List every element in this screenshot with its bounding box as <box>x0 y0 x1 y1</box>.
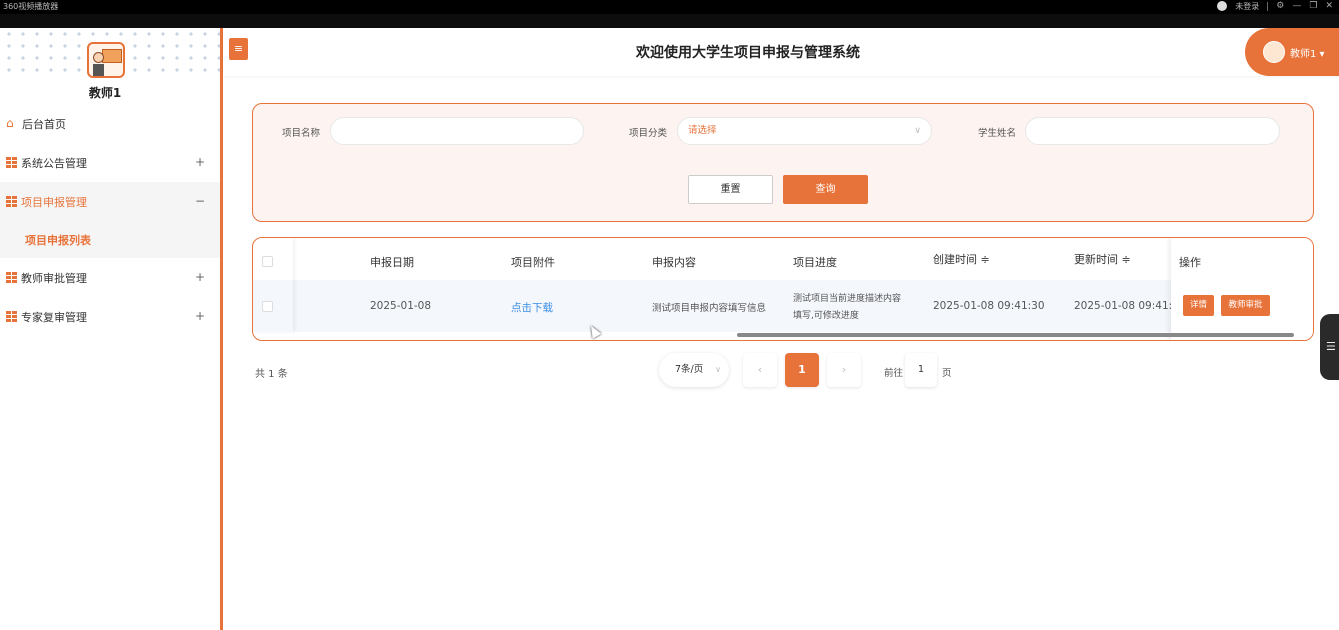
chevron-down-icon: ∨ <box>914 126 921 136</box>
chevron-down-icon: ∨ <box>715 365 721 374</box>
app-name: 360视频播放器 <box>3 2 59 11</box>
restore-icon[interactable]: ❐ <box>1309 1 1317 11</box>
page-unit-label: 页 <box>942 368 952 379</box>
student-name-label: 学生姓名 <box>978 128 1017 139</box>
sidebar-item-label: 项目申报管理 <box>21 195 87 209</box>
project-name-label: 项目名称 <box>282 128 321 139</box>
teacher-approve-button[interactable]: 教师审批 <box>1221 295 1270 316</box>
sidebar-user-name: 教师1 <box>88 86 122 100</box>
sidebar-item-teacher-approve[interactable]: 教师审批管理 + <box>0 258 220 297</box>
search-panel: 项目名称 项目分类 请选择 ∨ 学生姓名 重置 查询 <box>252 103 1314 222</box>
grid-icon <box>6 311 17 322</box>
cell-content: 测试项目申报内容填写信息 <box>652 303 767 314</box>
page-title: 欢迎使用大学生项目申报与管理系统 <box>636 45 860 61</box>
sidebar: 教师1 ⌂ 后台首页 系统公告管理 + 项目申报管理 − 项目申报列表 教师审批… <box>0 28 220 630</box>
prev-page-button[interactable]: ‹ <box>743 353 777 387</box>
login-status[interactable]: 未登录 <box>1235 1 1259 12</box>
expand-icon[interactable]: + <box>195 270 205 284</box>
student-name-input[interactable] <box>1025 117 1280 145</box>
minimize-icon[interactable]: — <box>1292 1 1301 11</box>
sidebar-menu: ⌂ 后台首页 系统公告管理 + 项目申报管理 − 项目申报列表 教师审批管理 +… <box>0 104 220 336</box>
horizontal-scrollbar[interactable] <box>737 333 1294 337</box>
user-menu-label: 教师1 ▾ <box>1290 48 1325 60</box>
grid-icon <box>6 157 17 168</box>
operation-column: 操作 详情 教师审批 <box>1171 238 1313 340</box>
column-header-actions: 操作 <box>1179 256 1201 269</box>
sidebar-item-label: 系统公告管理 <box>21 156 87 170</box>
side-float-tab[interactable]: ☰ <box>1320 314 1339 380</box>
close-icon[interactable]: ✕ <box>1325 1 1333 11</box>
sidebar-item-notice[interactable]: 系统公告管理 + <box>0 143 220 182</box>
project-name-input[interactable] <box>330 117 584 145</box>
pager-total: 共 1 条 <box>255 369 288 380</box>
sidebar-subitem-project-list[interactable]: 项目申报列表 <box>0 221 220 258</box>
page-size-select[interactable]: 7条/页 ∨ <box>659 353 729 387</box>
project-table: 2025-01-08 点击下载 测试项目申报内容填写信息 测试项目当前进度描述内… <box>252 237 1314 341</box>
user-menu-button[interactable]: 教师1 ▾ <box>1245 28 1339 76</box>
settings-icon[interactable]: ⚙ <box>1276 1 1284 11</box>
home-icon: ⌂ <box>6 116 14 130</box>
column-header-date: 申报日期 <box>370 256 414 269</box>
sidebar-item-label: 教师审批管理 <box>21 271 87 285</box>
sidebar-item-home[interactable]: ⌂ 后台首页 <box>0 104 220 143</box>
cell-updated: 2025-01-08 09:41:39 <box>1074 300 1186 312</box>
column-header-updated[interactable]: 更新时间 ≑ <box>1074 251 1131 267</box>
checkbox-column <box>253 238 293 332</box>
download-link[interactable]: 点击下载 <box>511 300 553 315</box>
top-header: ≡ 欢迎使用大学生项目申报与管理系统 教师1 ▾ <box>223 28 1339 76</box>
column-header-progress: 项目进度 <box>793 256 837 269</box>
query-button[interactable]: 查询 <box>783 175 868 204</box>
collapse-icon[interactable]: − <box>195 194 205 208</box>
window-titlebar: 360视频播放器 未登录 ⚙ — ❐ ✕ <box>0 0 1339 14</box>
next-page-button[interactable]: › <box>827 353 861 387</box>
grid-icon <box>6 196 17 207</box>
expand-icon[interactable]: + <box>195 155 205 169</box>
reset-button[interactable]: 重置 <box>688 175 773 204</box>
column-header-content: 申报内容 <box>652 256 696 269</box>
cell-created: 2025-01-08 09:41:30 <box>933 300 1045 312</box>
row-checkbox[interactable] <box>262 301 273 312</box>
category-select[interactable]: 请选择 ∨ <box>677 117 932 145</box>
divider <box>1267 1 1269 11</box>
detail-button[interactable]: 详情 <box>1183 295 1214 316</box>
page-1-button[interactable]: 1 <box>785 353 819 387</box>
title-strip <box>0 14 1339 28</box>
column-header-created[interactable]: 创建时间 ≑ <box>933 251 990 267</box>
expand-icon[interactable]: + <box>195 309 205 323</box>
avatar <box>1263 41 1285 63</box>
user-avatar-icon[interactable] <box>1217 1 1228 11</box>
category-label: 项目分类 <box>629 128 668 139</box>
cell-date: 2025-01-08 <box>370 300 432 312</box>
cell-progress-line1: 测试项目当前进度描述内容 <box>793 294 902 304</box>
sidebar-item-label: 专家复审管理 <box>21 310 87 324</box>
goto-label: 前往 <box>884 368 904 379</box>
goto-page-input[interactable]: 1 <box>905 353 937 387</box>
page-size-value: 7条/页 <box>675 364 704 375</box>
select-all-checkbox[interactable] <box>262 256 273 267</box>
sidebar-item-label: 后台首页 <box>22 117 66 131</box>
grid-icon <box>6 272 17 283</box>
panel-icon: ☰ <box>1326 340 1336 353</box>
category-select-value: 请选择 <box>688 125 717 136</box>
sidebar-item-project-apply[interactable]: 项目申报管理 − <box>0 182 220 221</box>
cell-progress-line2: 填写,可修改进度 <box>793 311 859 321</box>
column-header-attachment: 项目附件 <box>511 256 555 269</box>
table-row: 2025-01-08 点击下载 测试项目申报内容填写信息 测试项目当前进度描述内… <box>253 280 1313 332</box>
sidebar-item-expert-review[interactable]: 专家复审管理 + <box>0 297 220 336</box>
teacher-logo-icon <box>87 42 125 78</box>
sidebar-border <box>220 28 223 630</box>
